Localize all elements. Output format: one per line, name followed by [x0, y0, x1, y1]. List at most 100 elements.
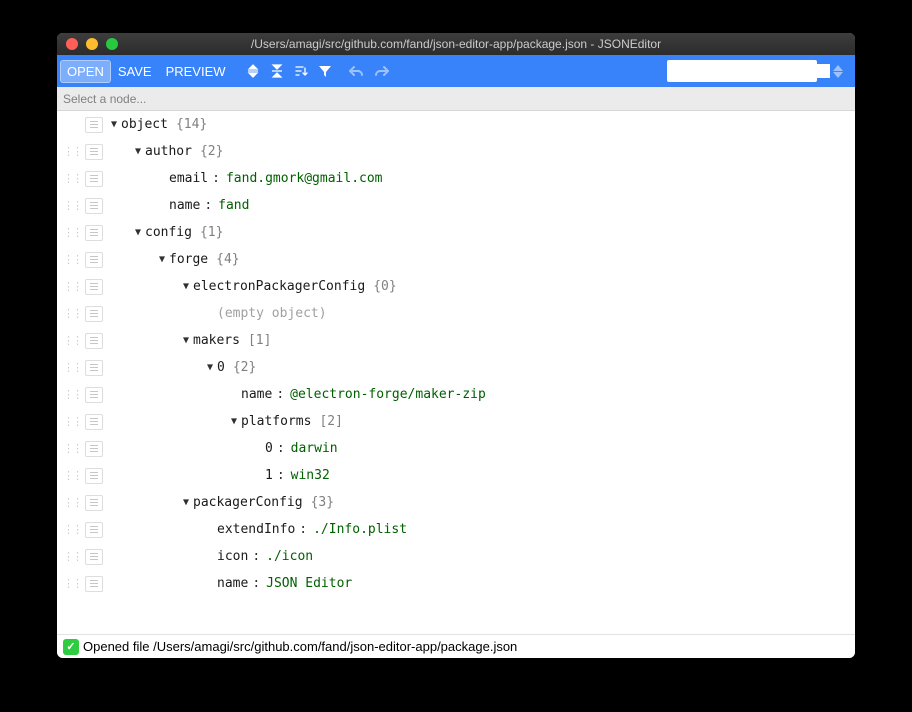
drag-handle-icon[interactable]: [63, 280, 81, 293]
context-menu-button[interactable]: [85, 279, 103, 295]
search-nav[interactable]: [825, 65, 851, 78]
drag-handle-icon[interactable]: [63, 442, 81, 455]
node-value[interactable]: fand.gmork@gmail.com: [226, 171, 383, 186]
node-key[interactable]: platforms: [241, 414, 311, 429]
search-input[interactable]: [671, 64, 830, 78]
node-value[interactable]: ./Info.plist: [313, 522, 407, 537]
node-key[interactable]: 0: [217, 360, 225, 375]
node-key[interactable]: forge: [169, 252, 208, 267]
node-key[interactable]: name: [169, 198, 200, 213]
open-button[interactable]: OPEN: [61, 61, 110, 82]
tree-row[interactable]: object{14}: [57, 111, 855, 138]
tree-row[interactable]: packagerConfig{3}: [57, 489, 855, 516]
drag-handle-icon[interactable]: [63, 523, 81, 536]
node-key[interactable]: author: [145, 144, 192, 159]
node-key[interactable]: email: [169, 171, 208, 186]
undo-icon[interactable]: [346, 60, 368, 82]
tree-row[interactable]: forge{4}: [57, 246, 855, 273]
tree-row[interactable]: (empty object): [57, 300, 855, 327]
context-menu-button[interactable]: [85, 117, 103, 133]
tree-row[interactable]: config{1}: [57, 219, 855, 246]
save-button[interactable]: SAVE: [112, 61, 158, 82]
drag-handle-icon[interactable]: [63, 145, 81, 158]
tree-row[interactable]: makers[1]: [57, 327, 855, 354]
context-menu-button[interactable]: [85, 144, 103, 160]
tree-row[interactable]: name:JSON Editor: [57, 570, 855, 597]
minimize-window-button[interactable]: [86, 38, 98, 50]
drag-handle-icon[interactable]: [63, 496, 81, 509]
drag-handle-icon[interactable]: [63, 550, 81, 563]
tree-row[interactable]: 0{2}: [57, 354, 855, 381]
node-key[interactable]: extendInfo: [217, 522, 295, 537]
node-key[interactable]: config: [145, 225, 192, 240]
tree-row[interactable]: platforms[2]: [57, 408, 855, 435]
context-menu-button[interactable]: [85, 360, 103, 376]
node-key[interactable]: 0: [265, 441, 273, 456]
context-menu-button[interactable]: [85, 549, 103, 565]
drag-handle-icon[interactable]: [63, 307, 81, 320]
context-menu-button[interactable]: [85, 576, 103, 592]
node-key[interactable]: icon: [217, 549, 248, 564]
preview-button[interactable]: PREVIEW: [160, 61, 232, 82]
drag-handle-icon[interactable]: [63, 334, 81, 347]
expand-caret-icon[interactable]: [155, 254, 169, 265]
node-key[interactable]: object: [121, 117, 168, 132]
tree-row[interactable]: icon:./icon: [57, 543, 855, 570]
tree-row[interactable]: extendInfo:./Info.plist: [57, 516, 855, 543]
context-menu-button[interactable]: [85, 171, 103, 187]
json-tree[interactable]: object{14} author{2} email:fand.gmork@gm…: [57, 111, 855, 634]
tree-row[interactable]: name:@electron-forge/maker-zip: [57, 381, 855, 408]
tree-row[interactable]: email:fand.gmork@gmail.com: [57, 165, 855, 192]
expand-caret-icon[interactable]: [107, 119, 121, 130]
node-value[interactable]: ./icon: [266, 549, 313, 564]
context-menu-button[interactable]: [85, 468, 103, 484]
filter-icon[interactable]: [314, 60, 336, 82]
expand-caret-icon[interactable]: [131, 227, 145, 238]
drag-handle-icon[interactable]: [63, 172, 81, 185]
search-next-icon[interactable]: [833, 72, 843, 78]
expand-caret-icon[interactable]: [131, 146, 145, 157]
drag-handle-icon[interactable]: [63, 361, 81, 374]
node-value[interactable]: @electron-forge/maker-zip: [290, 387, 486, 402]
expand-caret-icon[interactable]: [179, 497, 193, 508]
tree-row[interactable]: author{2}: [57, 138, 855, 165]
context-menu-button[interactable]: [85, 522, 103, 538]
node-key[interactable]: 1: [265, 468, 273, 483]
context-menu-button[interactable]: [85, 495, 103, 511]
context-menu-button[interactable]: [85, 306, 103, 322]
node-value[interactable]: fand: [218, 198, 249, 213]
context-menu-button[interactable]: [85, 414, 103, 430]
tree-row[interactable]: 1:win32: [57, 462, 855, 489]
expand-caret-icon[interactable]: [227, 416, 241, 427]
node-key[interactable]: packagerConfig: [193, 495, 303, 510]
context-menu-button[interactable]: [85, 225, 103, 241]
context-menu-button[interactable]: [85, 198, 103, 214]
sort-icon[interactable]: [290, 60, 312, 82]
node-key[interactable]: makers: [193, 333, 240, 348]
drag-handle-icon[interactable]: [63, 469, 81, 482]
node-key[interactable]: electronPackagerConfig: [193, 279, 365, 294]
context-menu-button[interactable]: [85, 387, 103, 403]
node-value[interactable]: win32: [291, 468, 330, 483]
node-value[interactable]: darwin: [291, 441, 338, 456]
redo-icon[interactable]: [370, 60, 392, 82]
node-key[interactable]: name: [217, 576, 248, 591]
close-window-button[interactable]: [66, 38, 78, 50]
search-prev-icon[interactable]: [833, 65, 843, 71]
drag-handle-icon[interactable]: [63, 388, 81, 401]
drag-handle-icon[interactable]: [63, 226, 81, 239]
tree-row[interactable]: 0:darwin: [57, 435, 855, 462]
drag-handle-icon[interactable]: [63, 253, 81, 266]
drag-handle-icon[interactable]: [63, 199, 81, 212]
collapse-all-icon[interactable]: [266, 60, 288, 82]
node-key[interactable]: name: [241, 387, 272, 402]
drag-handle-icon[interactable]: [63, 577, 81, 590]
expand-caret-icon[interactable]: [179, 281, 193, 292]
search-box[interactable]: [667, 60, 817, 82]
expand-caret-icon[interactable]: [179, 335, 193, 346]
node-value[interactable]: JSON Editor: [266, 576, 352, 591]
context-menu-button[interactable]: [85, 252, 103, 268]
tree-row[interactable]: electronPackagerConfig{0}: [57, 273, 855, 300]
context-menu-button[interactable]: [85, 333, 103, 349]
tree-row[interactable]: name:fand: [57, 192, 855, 219]
